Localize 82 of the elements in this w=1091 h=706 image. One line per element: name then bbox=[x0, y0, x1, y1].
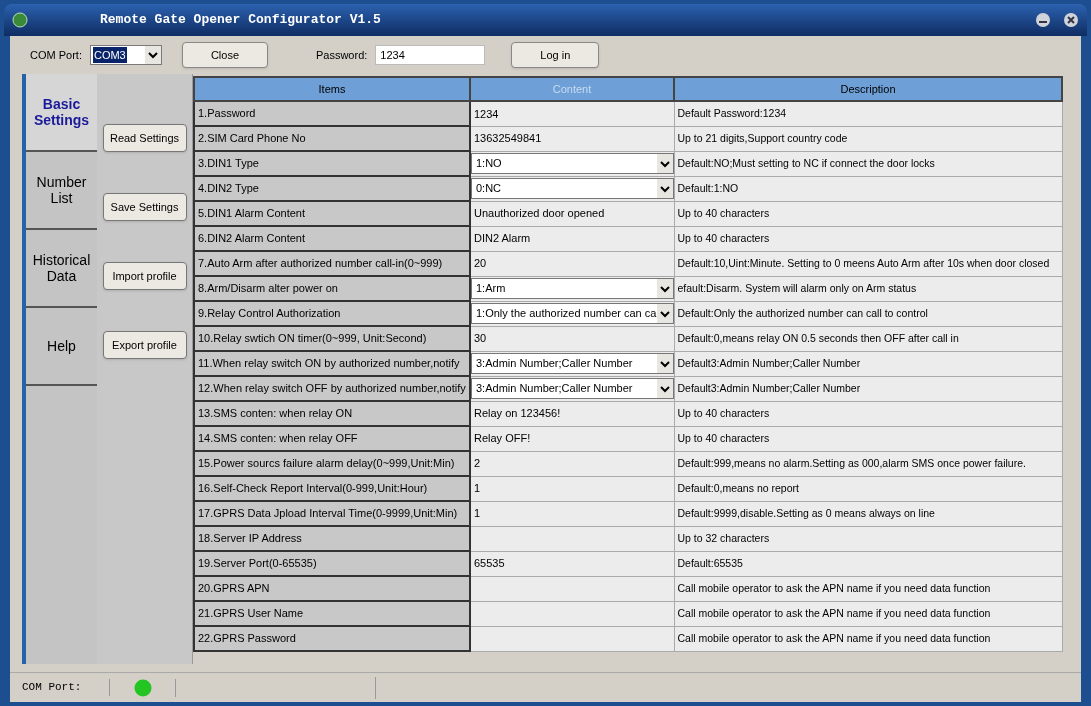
table-cell: 3.DIN1 Type bbox=[194, 151, 470, 176]
table-cell: 8.Arm/Disarm alter power on bbox=[194, 276, 470, 301]
table-cell: Default:Only the authorized number can call to control bbox=[674, 301, 1062, 326]
table-cell: Default:NO;Must setting to NC if connect the door locks bbox=[674, 151, 1062, 176]
table-cell: 6.DIN2 Alarm Content bbox=[194, 226, 470, 251]
table-cell: Default:10,Uint:Minute. Setting to 0 meens Auto Arm after 10s when door closed bbox=[674, 251, 1062, 276]
close-icon[interactable] bbox=[1063, 12, 1079, 28]
dropdown[interactable]: 1:Arm bbox=[471, 278, 674, 299]
table-cell: Default:0,means no report bbox=[674, 476, 1062, 501]
table-cell: 10.Relay swtich ON timer(0~999, Unit:Second) bbox=[194, 326, 470, 351]
table-cell: Up to 21 digits,Support country code bbox=[674, 126, 1062, 151]
action-button[interactable]: Read Settings bbox=[102, 124, 187, 152]
app-icon bbox=[12, 12, 28, 28]
table-cell: 2.SIM Card Phone No bbox=[194, 126, 470, 151]
password-field[interactable]: 1234 bbox=[375, 45, 486, 65]
table-cell[interactable]: 20 bbox=[470, 251, 674, 276]
table-cell: Up to 32 characters bbox=[674, 526, 1062, 551]
dropdown[interactable]: 3:Admin Number;Caller Number bbox=[471, 378, 674, 399]
status-text: COM Port: bbox=[10, 679, 110, 696]
sidebar-tab[interactable]: Basic Settings bbox=[26, 74, 97, 152]
table-cell: 20.GPRS APN bbox=[194, 576, 470, 601]
table-cell: 1.Password bbox=[194, 101, 470, 126]
table-cell: Default:1:NO bbox=[674, 176, 1062, 201]
table-cell: 7.Auto Arm after authorized number call-in(0~999) bbox=[194, 251, 470, 276]
column-header: Description bbox=[674, 77, 1062, 101]
dropdown[interactable]: 0:NC bbox=[471, 178, 674, 199]
table-cell: Default:999,means no alarm.Setting as 000,alarm SMS once power failure. bbox=[674, 451, 1062, 476]
table-cell: Default:0,means relay ON 0.5 seconds then OFF after call in bbox=[674, 326, 1062, 351]
table-cell: 17.GPRS Data Jpload Interval Time(0-9999,Unit:Min) bbox=[194, 501, 470, 526]
table-cell: 21.GPRS User Name bbox=[194, 601, 470, 626]
table-cell: 12.When relay switch OFF by authorized number,notify bbox=[194, 376, 470, 401]
table-cell: Default Password:1234 bbox=[674, 101, 1062, 126]
action-button[interactable]: Export profile bbox=[102, 331, 187, 359]
table-cell: 16.Self-Check Report Interval(0-999,Unit:Hour) bbox=[194, 476, 470, 501]
dropdown[interactable]: 3:Admin Number;Caller Number bbox=[471, 353, 674, 374]
close-button[interactable]: Close bbox=[181, 42, 268, 68]
table-cell: Default:9999,disable.Setting as 0 means always on line bbox=[674, 501, 1062, 526]
action-button[interactable]: Import profile bbox=[102, 262, 187, 290]
table-cell[interactable]: 65535 bbox=[470, 551, 674, 576]
table-cell: Call mobile operator to ask the APN name if you need data function bbox=[674, 576, 1062, 601]
table-cell[interactable]: 1 bbox=[470, 501, 674, 526]
table-cell: Default:65535 bbox=[674, 551, 1062, 576]
table-cell: 13.SMS conten: when relay ON bbox=[194, 401, 470, 426]
com-port-label: COM Port: bbox=[30, 47, 82, 63]
table-cell: 11.When relay switch ON by authorized number,notify bbox=[194, 351, 470, 376]
window-title: Remote Gate Opener Configurator V1.5 bbox=[100, 11, 381, 30]
table-cell: Up to 40 characters bbox=[674, 426, 1062, 451]
table-cell: Up to 40 characters bbox=[674, 401, 1062, 426]
table-cell: 18.Server IP Address bbox=[194, 526, 470, 551]
table-cell: 22.GPRS Password bbox=[194, 626, 470, 651]
table-cell: 19.Server Port(0-65535) bbox=[194, 551, 470, 576]
table-cell[interactable]: DIN2 Alarm bbox=[470, 226, 674, 251]
column-header: Items bbox=[194, 77, 470, 101]
com-port-dropdown[interactable]: COM3 bbox=[89, 45, 162, 65]
table-cell: Up to 40 characters bbox=[674, 226, 1062, 251]
table-cell: Default3:Admin Number;Caller Number bbox=[674, 351, 1062, 376]
table-cell: Up to 40 characters bbox=[674, 201, 1062, 226]
table-cell: Default3:Admin Number;Caller Number bbox=[674, 376, 1062, 401]
login-button[interactable]: Log in bbox=[511, 42, 600, 68]
table-cell: 9.Relay Control Authorization bbox=[194, 301, 470, 326]
action-button[interactable]: Save Settings bbox=[102, 193, 187, 221]
table-cell[interactable]: Unauthorized door opened bbox=[470, 201, 674, 226]
table-cell[interactable]: 1234 bbox=[470, 101, 674, 126]
table-cell: 15.Power sourcs failure alarm delay(0~999,Unit:Min) bbox=[194, 451, 470, 476]
table-cell: Call mobile operator to ask the APN name if you need data function bbox=[674, 626, 1062, 651]
table-cell[interactable]: 13632549841 bbox=[470, 126, 674, 151]
table-cell[interactable]: 30 bbox=[470, 326, 674, 351]
table-cell[interactable]: 2 bbox=[470, 451, 674, 476]
table-cell: efault:Disarm. System will alarm only on Arm status bbox=[674, 276, 1062, 301]
minimize-icon[interactable] bbox=[1035, 12, 1051, 28]
table-cell[interactable]: 1 bbox=[470, 476, 674, 501]
table-cell: Call mobile operator to ask the APN name if you need data function bbox=[674, 601, 1062, 626]
table-cell: 14.SMS conten: when relay OFF bbox=[194, 426, 470, 451]
dropdown[interactable]: 1:Only the authorized number can ca bbox=[471, 303, 674, 324]
status-light-icon bbox=[133, 678, 152, 697]
table-cell[interactable]: Relay on 123456! bbox=[470, 401, 674, 426]
table-cell: 4.DIN2 Type bbox=[194, 176, 470, 201]
password-label: Password: bbox=[315, 47, 368, 63]
dropdown[interactable]: 1:NO bbox=[471, 153, 674, 174]
table-cell: 5.DIN1 Alarm Content bbox=[194, 201, 470, 226]
table-cell[interactable]: Relay OFF! bbox=[470, 426, 674, 451]
column-header: Content bbox=[470, 77, 674, 101]
